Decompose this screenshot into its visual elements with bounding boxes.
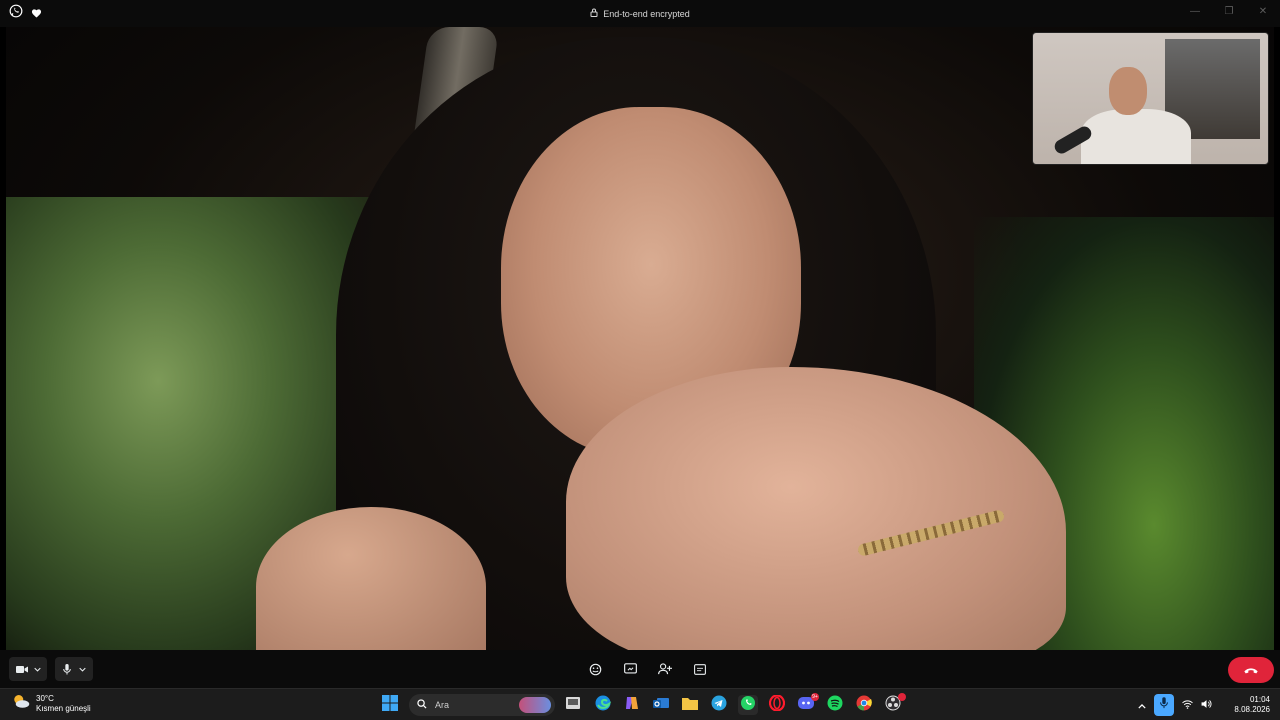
whatsapp-icon (740, 695, 756, 716)
end-call-icon (1243, 661, 1259, 679)
copilot-icon (624, 695, 640, 716)
participant-arm (566, 367, 1066, 650)
emoji-icon (589, 663, 602, 676)
preview-person-body (1081, 109, 1191, 164)
folder-icon (682, 696, 698, 715)
taskbar-spotify[interactable] (825, 695, 845, 715)
close-button[interactable]: ✕ (1246, 0, 1280, 22)
minimize-icon: — (1190, 5, 1200, 17)
clock-date: 8.08.2026 (1234, 705, 1270, 714)
taskbar-discord[interactable]: 9+ (796, 693, 819, 715)
taskbar-telegram[interactable] (709, 695, 729, 715)
taskbar-apps: Ara 9+ (380, 693, 906, 717)
minimize-button[interactable]: — (1178, 0, 1212, 22)
maximize-icon: ❐ (1224, 5, 1234, 17)
call-controls-bar (0, 650, 1280, 688)
video-camera-icon (15, 665, 28, 674)
system-clock[interactable]: 01:04 8.08.2026 (1234, 695, 1270, 715)
chrome-icon (856, 695, 872, 716)
taskbar-outlook[interactable] (651, 695, 671, 715)
discord-notification-badge: 9+ (811, 693, 819, 701)
lock-icon (590, 8, 598, 19)
search-placeholder: Ara (435, 700, 450, 710)
microphone-toggle-button[interactable] (55, 657, 93, 681)
self-video-preview[interactable] (1032, 32, 1269, 165)
edge-icon (595, 695, 612, 716)
spotify-icon (827, 695, 843, 716)
taskbar-opera[interactable] (767, 693, 787, 716)
add-participant-icon (658, 663, 672, 675)
obs-recording-indicator (898, 693, 906, 701)
end-call-button[interactable] (1228, 657, 1274, 683)
microphone-icon (62, 663, 71, 675)
opera-icon (768, 693, 786, 716)
volume-icon[interactable] (1201, 696, 1212, 714)
windows-start-icon (382, 694, 398, 716)
reactions-button[interactable] (584, 657, 606, 681)
more-options-button[interactable] (689, 657, 711, 681)
taskbar-obs[interactable] (883, 693, 906, 715)
taskbar-folder[interactable] (680, 695, 700, 715)
screen-share-icon (623, 663, 637, 675)
screen-share-button[interactable] (619, 657, 641, 681)
taskbar-copilot[interactable] (622, 695, 642, 715)
taskbar-edge[interactable] (593, 695, 613, 715)
camera-toggle-button[interactable] (9, 657, 47, 681)
weather-condition: Kısmen güneşli (36, 703, 91, 713)
outlook-icon (653, 695, 669, 716)
heart-icon[interactable] (31, 5, 42, 23)
clock-time: 01:04 (1249, 695, 1270, 704)
whatsapp-call-window: End-to-end encrypted — ❐ ✕ 30°C Kısmen g… (0, 0, 1280, 720)
preview-person-head (1109, 67, 1147, 115)
weather-temperature: 30°C (36, 693, 54, 703)
taskbar-search[interactable]: Ara (409, 694, 555, 716)
title-bar: End-to-end encrypted — ❐ ✕ (0, 0, 1280, 27)
encryption-status: End-to-end encrypted (0, 0, 1280, 27)
search-highlight-image (519, 697, 551, 713)
maximize-button[interactable]: ❐ (1212, 0, 1246, 22)
taskbar-whatsapp[interactable] (738, 695, 758, 715)
chevron-down-icon (78, 667, 86, 672)
start-button[interactable] (380, 694, 400, 716)
partly-sunny-icon (12, 693, 30, 714)
windows-taskbar: 30°C Kısmen güneşli Ara 9+ 01:04 8.08.20… (0, 688, 1280, 720)
chevron-up-icon[interactable] (1138, 696, 1147, 714)
chevron-down-icon (33, 667, 41, 672)
weather-widget[interactable]: 30°C Kısmen güneşli (12, 693, 91, 714)
remote-participant (256, 37, 1066, 650)
encryption-label: End-to-end encrypted (603, 8, 690, 19)
microphone-in-use-indicator[interactable] (1154, 694, 1175, 716)
taskbar-file-explorer[interactable] (564, 695, 584, 715)
microphone-active-icon (1160, 696, 1169, 714)
close-icon: ✕ (1258, 5, 1268, 17)
file-explorer-icon (566, 696, 582, 715)
taskbar-chrome[interactable] (854, 695, 874, 715)
system-tray: 01:04 8.08.2026 (1138, 689, 1280, 720)
search-icon (417, 699, 427, 711)
telegram-icon (711, 695, 727, 716)
whatsapp-icon (9, 4, 23, 23)
more-options-icon (694, 663, 706, 675)
wifi-icon[interactable] (1182, 696, 1194, 714)
add-participant-button[interactable] (654, 657, 676, 681)
